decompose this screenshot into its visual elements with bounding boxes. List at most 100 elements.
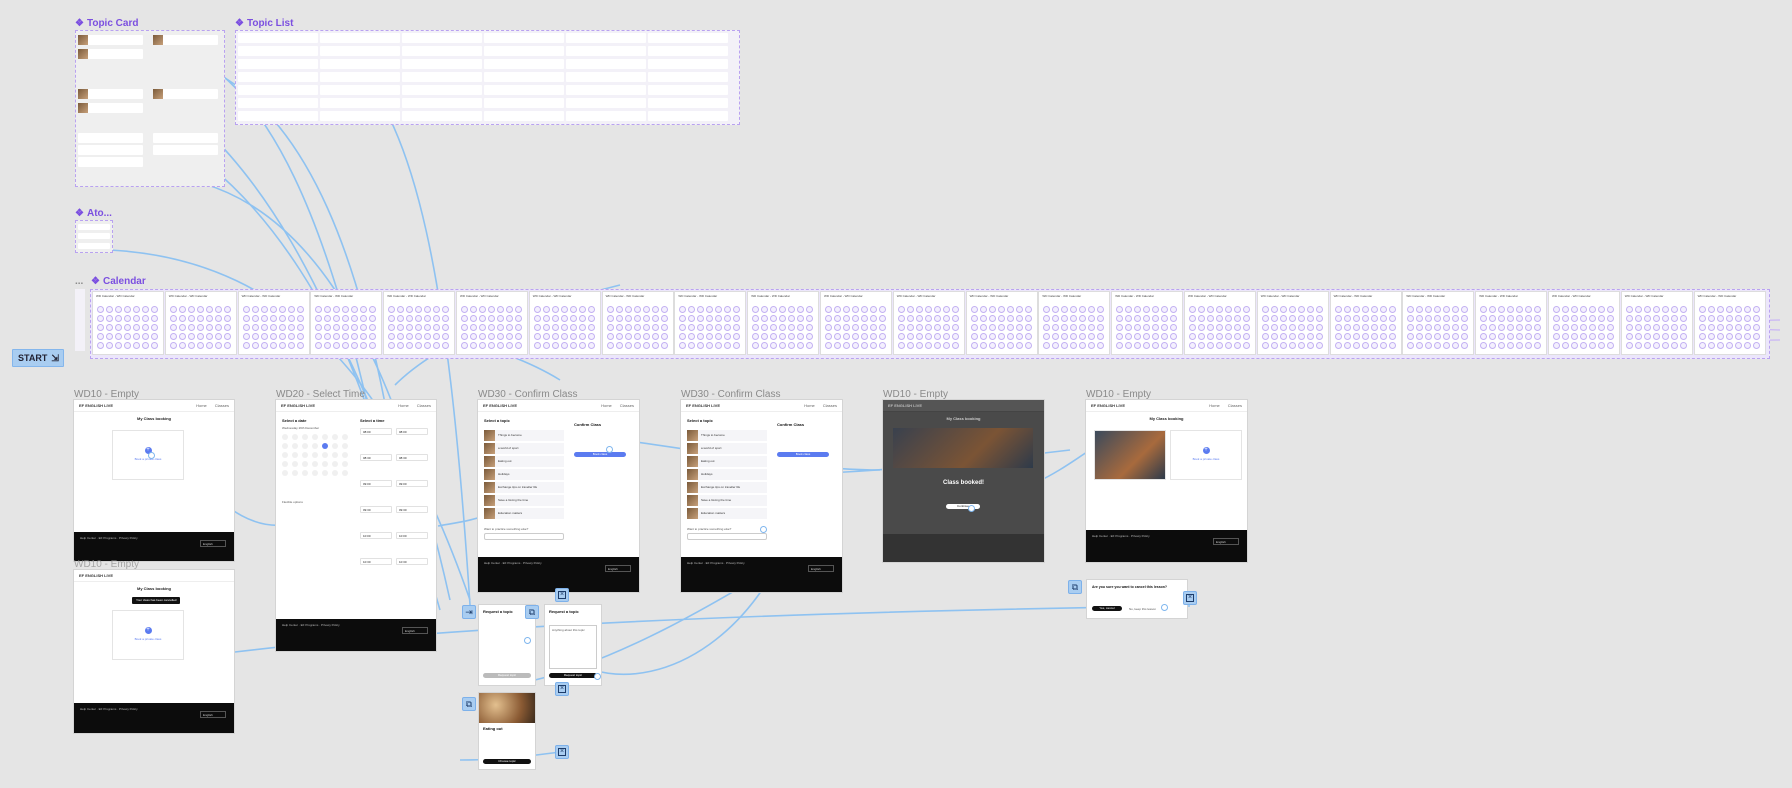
calendar-day-cell[interactable] xyxy=(97,333,104,340)
topic-row[interactable]: Things to become xyxy=(484,430,564,441)
calendar-day-cell[interactable] xyxy=(797,324,805,331)
calendar-day-cell[interactable] xyxy=(515,306,522,313)
calendar-day-cell[interactable] xyxy=(1152,342,1160,349)
calendar-day-cell[interactable] xyxy=(1370,324,1378,331)
calendar-day-cell[interactable] xyxy=(806,333,814,340)
calendar-day-cell[interactable] xyxy=(479,324,486,331)
calendar-day-cell[interactable] xyxy=(924,342,932,349)
calendar-day-cell[interactable] xyxy=(752,333,760,340)
calendar-day-cell[interactable] xyxy=(806,324,814,331)
calendar-day-cell[interactable] xyxy=(706,306,714,313)
calendar-day-cell[interactable] xyxy=(1189,333,1196,340)
calendar-day-cell[interactable] xyxy=(1589,306,1596,313)
calendar-day-cell[interactable] xyxy=(1006,324,1014,331)
atoms-component[interactable] xyxy=(75,220,113,253)
calendar-day-cell[interactable] xyxy=(214,324,222,331)
calendar-day-cell[interactable] xyxy=(1607,324,1614,331)
calendar-day-cell[interactable] xyxy=(1306,306,1314,313)
calendar-day-cell[interactable] xyxy=(988,333,996,340)
calendar-day-cell[interactable] xyxy=(951,324,959,331)
calendar-day-cell[interactable] xyxy=(260,324,268,331)
calendar-day-cell[interactable] xyxy=(970,306,978,313)
calendar-day-cell[interactable] xyxy=(397,342,405,349)
calendar-day-cell[interactable] xyxy=(897,342,905,349)
calendar-day-cell[interactable] xyxy=(187,315,195,322)
calendar-day-cell[interactable] xyxy=(633,333,641,340)
calendar-day-cell[interactable] xyxy=(569,324,577,331)
calendar-day-cell[interactable] xyxy=(642,342,650,349)
calendar-day-cell[interactable] xyxy=(1234,306,1241,313)
calendar-day-cell[interactable] xyxy=(1607,315,1614,322)
calendar-day-cell[interactable] xyxy=(324,342,332,349)
calendar-day-cell[interactable] xyxy=(151,342,158,349)
calendar-day-cell[interactable] xyxy=(1516,333,1524,340)
calendar-day-cell[interactable] xyxy=(542,315,550,322)
date-cell[interactable] xyxy=(332,461,338,467)
frame-wd30-confirm-class-2[interactable]: EF ENGLISH LIVE Home Classes Select a topi… xyxy=(681,400,842,592)
calendar-day-cell[interactable] xyxy=(1498,342,1506,349)
calendar-day-cell[interactable] xyxy=(1243,342,1250,349)
frame-label[interactable]: WD30 - Confirm Class xyxy=(478,389,577,400)
calendar-day-cell[interactable] xyxy=(933,342,941,349)
calendar-day-cell[interactable] xyxy=(1425,306,1433,313)
calendar-day-cell[interactable] xyxy=(1752,342,1760,349)
calendar-day-cell[interactable] xyxy=(1052,324,1060,331)
calendar-day-cell[interactable] xyxy=(1161,315,1169,322)
calendar-day-cell[interactable] xyxy=(724,333,732,340)
calendar-day-cell[interactable] xyxy=(406,306,414,313)
calendar-day-cell[interactable] xyxy=(1243,315,1250,322)
frame-wd10-class-booked[interactable]: EF ENGLISH LIVE My Class booking Class b… xyxy=(883,400,1044,562)
calendar-day-cell[interactable] xyxy=(470,342,477,349)
calendar-variant-tile[interactable]: WD Calendar - WD Calendar xyxy=(1330,292,1401,354)
calendar-day-cell[interactable] xyxy=(1116,315,1124,322)
calendar-day-cell[interactable] xyxy=(915,342,923,349)
calendar-day-cell[interactable] xyxy=(315,333,323,340)
calendar-day-cell[interactable] xyxy=(342,306,350,313)
topic-detail-modal[interactable]: Eating out Choose topic xyxy=(479,693,535,769)
calendar-day-cell[interactable] xyxy=(1052,342,1060,349)
calendar-day-cell[interactable] xyxy=(1434,306,1442,313)
calendar-day-cell[interactable] xyxy=(1070,315,1078,322)
calendar-day-cell[interactable] xyxy=(569,333,577,340)
calendar-day-cell[interactable] xyxy=(551,315,559,322)
calendar-day-cell[interactable] xyxy=(578,333,586,340)
calendar-day-cell[interactable] xyxy=(1679,333,1687,340)
topic-row[interactable]: Save a Giving the time xyxy=(687,495,767,506)
calendar-day-cell[interactable] xyxy=(488,333,495,340)
calendar-day-cell[interactable] xyxy=(1024,315,1032,322)
calendar-day-cell[interactable] xyxy=(587,306,595,313)
calendar-day-cell[interactable] xyxy=(1088,333,1096,340)
calendar-day-cell[interactable] xyxy=(1225,333,1232,340)
calendar-variant-tile[interactable]: WD Calendar - WD Calendar xyxy=(1112,292,1183,354)
calendar-day-cell[interactable] xyxy=(1625,306,1633,313)
calendar-day-cell[interactable] xyxy=(651,324,659,331)
time-slot[interactable]: 10:00 xyxy=(396,532,428,539)
book-class-card[interactable]: + Book a private class xyxy=(112,610,184,660)
calendar-day-cell[interactable] xyxy=(906,306,914,313)
calendar-day-cell[interactable] xyxy=(187,306,195,313)
calendar-day-cell[interactable] xyxy=(761,315,769,322)
calendar-day-cell[interactable] xyxy=(388,333,396,340)
calendar-day-cell[interactable] xyxy=(560,333,568,340)
calendar-day-cell[interactable] xyxy=(697,333,705,340)
calendar-day-cell[interactable] xyxy=(470,315,477,322)
calendar-day-cell[interactable] xyxy=(205,342,213,349)
calendar-day-cell[interactable] xyxy=(115,333,122,340)
calendar-day-cell[interactable] xyxy=(879,342,886,349)
calendar-day-cell[interactable] xyxy=(606,324,614,331)
calendar-day-cell[interactable] xyxy=(1388,315,1396,322)
calendar-day-cell[interactable] xyxy=(1452,306,1460,313)
calendar-day-cell[interactable] xyxy=(679,342,687,349)
calendar-day-cell[interactable] xyxy=(1334,324,1342,331)
connection-node[interactable] xyxy=(594,673,601,680)
overlay-trigger-icon[interactable]: ⧉ xyxy=(525,605,539,619)
calendar-day-cell[interactable] xyxy=(1334,333,1342,340)
calendar-day-cell[interactable] xyxy=(1407,342,1415,349)
calendar-day-cell[interactable] xyxy=(1297,342,1305,349)
calendar-day-cell[interactable] xyxy=(251,306,259,313)
calendar-day-cell[interactable] xyxy=(260,315,268,322)
calendar-day-cell[interactable] xyxy=(424,315,432,322)
calendar-day-cell[interactable] xyxy=(497,333,504,340)
calendar-day-cell[interactable] xyxy=(1189,315,1196,322)
calendar-day-cell[interactable] xyxy=(1452,342,1460,349)
